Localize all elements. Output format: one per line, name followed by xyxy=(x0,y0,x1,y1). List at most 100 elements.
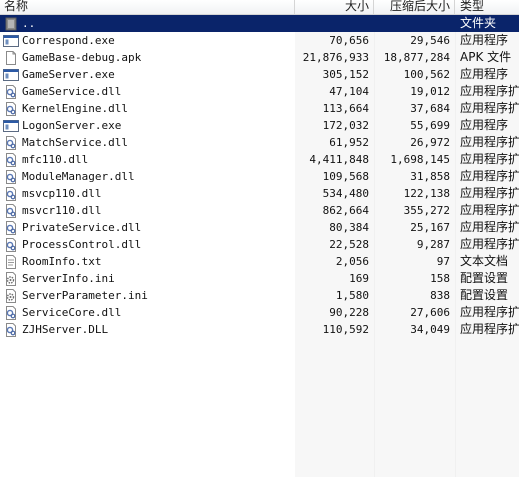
file-size: 61,952 xyxy=(329,136,369,149)
file-row[interactable]: PrivateService.dll 80,384 25,167 应用程序扩 xyxy=(0,219,519,236)
file-compressed-size: 29,546 xyxy=(410,34,450,47)
file-name-cell: ServerInfo.ini xyxy=(0,270,295,287)
file-size: 109,568 xyxy=(322,170,369,183)
column-header-size[interactable]: 大小 xyxy=(295,0,374,14)
file-name: ZJHServer.DLL xyxy=(22,323,109,336)
dll-icon xyxy=(3,220,19,235)
file-name-cell: .. xyxy=(0,15,295,32)
file-row[interactable]: MatchService.dll 61,952 26,972 应用程序扩 xyxy=(0,134,519,151)
file-compressed-size: 355,272 xyxy=(403,204,450,217)
dll-icon xyxy=(3,237,19,252)
file-name-cell: GameServer.exe xyxy=(0,66,295,83)
file-size: 21,876,933 xyxy=(302,51,369,64)
file-compressed-size: 9,287 xyxy=(416,238,450,251)
file-size xyxy=(295,15,374,32)
file-row[interactable]: ServerInfo.ini 169 158 配置设置 xyxy=(0,270,519,287)
file-name: ServerParameter.ini xyxy=(22,289,148,302)
file-compressed-size: 37,684 xyxy=(410,102,450,115)
file-name-cell: MatchService.dll xyxy=(0,134,295,151)
file-compressed-size: 158 xyxy=(430,272,450,285)
file-row[interactable]: msvcr110.dll 862,664 355,272 应用程序扩 xyxy=(0,202,519,219)
file-type: 文本文档 xyxy=(460,254,509,268)
file-name: ServiceCore.dll xyxy=(22,306,122,319)
file-size: 305,152 xyxy=(322,68,369,81)
file-name: PrivateService.dll xyxy=(22,221,142,234)
file-row[interactable]: ServiceCore.dll 90,228 27,606 应用程序扩 xyxy=(0,304,519,321)
file-name-cell: GameService.dll xyxy=(0,83,295,100)
file-compressed-size: 122,138 xyxy=(403,187,450,200)
file-type: APK 文件 xyxy=(460,50,512,64)
file-name: ServerInfo.ini xyxy=(22,272,115,285)
file-compressed-size: 34,049 xyxy=(410,323,450,336)
file-name: .. xyxy=(22,17,36,30)
file-name-cell: ServiceCore.dll xyxy=(0,304,295,321)
file-name-cell: msvcr110.dll xyxy=(0,202,295,219)
file-name: msvcr110.dll xyxy=(22,204,102,217)
file-size: 4,411,848 xyxy=(309,153,369,166)
column-header-bar: 名称 大小 压缩后大小 类型 xyxy=(0,0,519,15)
file-row[interactable]: msvcp110.dll 534,480 122,138 应用程序扩 xyxy=(0,185,519,202)
file-row[interactable]: GameBase-debug.apk 21,876,933 18,877,284 AP… xyxy=(0,49,519,66)
file-row[interactable]: .. 文件夹 xyxy=(0,15,519,32)
file-type: 应用程序扩 xyxy=(460,220,519,234)
file-compressed-size: 1,698,145 xyxy=(390,153,450,166)
file-size: 534,480 xyxy=(322,187,369,200)
column-header-compressed-size[interactable]: 压缩后大小 xyxy=(374,0,455,14)
file-name: KernelEngine.dll xyxy=(22,102,128,115)
file-name-cell: ProcessControl.dll xyxy=(0,236,295,253)
file-type: 配置设置 xyxy=(460,288,509,302)
file-compressed-size xyxy=(374,15,455,32)
file-type: 应用程序扩 xyxy=(460,322,519,336)
file-compressed-size: 100,562 xyxy=(403,68,450,81)
file-name: Correspond.exe xyxy=(22,34,115,47)
file-row[interactable]: KernelEngine.dll 113,664 37,684 应用程序扩 xyxy=(0,100,519,117)
file-row[interactable]: RoomInfo.txt 2,056 97 文本文档 xyxy=(0,253,519,270)
file-type: 文件夹 xyxy=(460,16,497,30)
file-name-cell: KernelEngine.dll xyxy=(0,100,295,117)
file-name: GameBase-debug.apk xyxy=(22,51,142,64)
file-type: 应用程序扩 xyxy=(460,203,519,217)
file-type: 应用程序扩 xyxy=(460,169,519,183)
file-type: 应用程序 xyxy=(460,118,509,132)
column-header-name[interactable]: 名称 xyxy=(0,0,295,14)
file-compressed-size: 26,972 xyxy=(410,136,450,149)
file-type: 应用程序扩 xyxy=(460,152,519,166)
file-size: 1,580 xyxy=(335,289,369,302)
file-row[interactable]: ZJHServer.DLL 110,592 34,049 应用程序扩 xyxy=(0,321,519,338)
file-size: 47,104 xyxy=(329,85,369,98)
dll-icon xyxy=(3,186,19,201)
file-row[interactable]: LogonServer.exe 172,032 55,699 应用程序 xyxy=(0,117,519,134)
file-row[interactable]: ProcessControl.dll 22,528 9,287 应用程序扩 xyxy=(0,236,519,253)
file-row[interactable]: mfc110.dll 4,411,848 1,698,145 应用程序扩 xyxy=(0,151,519,168)
file-size: 110,592 xyxy=(322,323,369,336)
file-name: LogonServer.exe xyxy=(22,119,122,132)
file-size: 169 xyxy=(349,272,369,285)
file-name-cell: RoomInfo.txt xyxy=(0,253,295,270)
file-compressed-size: 97 xyxy=(436,255,450,268)
file-row[interactable]: ServerParameter.ini 1,580 838 配置设置 xyxy=(0,287,519,304)
file-size: 113,664 xyxy=(322,102,369,115)
dll-icon xyxy=(3,169,19,184)
file-compressed-size: 31,858 xyxy=(410,170,450,183)
file-compressed-size: 18,877,284 xyxy=(383,51,450,64)
file-size: 22,528 xyxy=(329,238,369,251)
file-name-cell: LogonServer.exe xyxy=(0,117,295,134)
folder-up-icon xyxy=(3,17,19,31)
blank-file-icon xyxy=(3,50,19,65)
file-row[interactable]: GameServer.exe 305,152 100,562 应用程序 xyxy=(0,66,519,83)
file-row[interactable]: Correspond.exe 70,656 29,546 应用程序 xyxy=(0,32,519,49)
file-name-cell: PrivateService.dll xyxy=(0,219,295,236)
column-header-type[interactable]: 类型 xyxy=(455,0,519,14)
exe-icon xyxy=(3,119,19,133)
file-name-cell: ZJHServer.DLL xyxy=(0,321,295,338)
file-name: GameServer.exe xyxy=(22,68,115,81)
file-row[interactable]: ModuleManager.dll 109,568 31,858 应用程序扩 xyxy=(0,168,519,185)
file-name: GameService.dll xyxy=(22,85,122,98)
file-row[interactable]: GameService.dll 47,104 19,012 应用程序扩 xyxy=(0,83,519,100)
file-name-cell: ModuleManager.dll xyxy=(0,168,295,185)
file-compressed-size: 55,699 xyxy=(410,119,450,132)
file-compressed-size: 27,606 xyxy=(410,306,450,319)
dll-icon xyxy=(3,101,19,116)
file-name-cell: mfc110.dll xyxy=(0,151,295,168)
file-name: MatchService.dll xyxy=(22,136,128,149)
